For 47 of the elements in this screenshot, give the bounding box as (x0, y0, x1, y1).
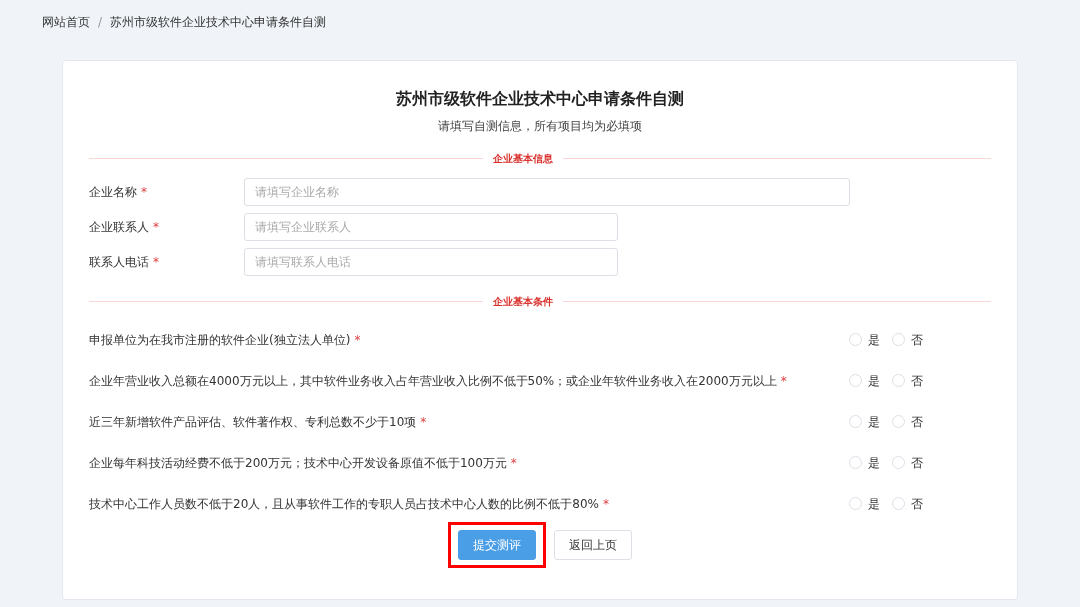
field-label: 企业名称 (89, 184, 137, 201)
question-text: 企业年营业收入总额在4000万元以上，其中软件业务收入占年营业收入比例不低于50%；或企业年软件业务收入在2000万元以上 (89, 372, 777, 390)
required-mark: * (420, 413, 427, 431)
radio-button[interactable] (892, 415, 905, 428)
radio-button[interactable] (849, 415, 862, 428)
radio-label: 是 (868, 454, 880, 472)
required-mark: * (153, 219, 159, 236)
question-text: 企业每年科技活动经费不低于200万元；技术中心开发设备原值不低于100万元 (89, 454, 507, 472)
radio-label: 否 (911, 495, 923, 513)
radio-label: 是 (868, 495, 880, 513)
text-input[interactable]: 请填写企业联系人 (244, 213, 618, 241)
required-mark: * (354, 331, 361, 349)
radio-button[interactable] (892, 333, 905, 346)
text-input[interactable]: 请填写企业名称 (244, 178, 850, 206)
required-mark: * (780, 372, 787, 390)
form-subtitle: 请填写自测信息，所有项目均为必填项 (438, 118, 642, 135)
form-title: 苏州市级软件企业技术中心申请条件自测 (396, 88, 684, 110)
question-text: 近三年新增软件产品评估、软件著作权、专利总数不少于10项 (89, 413, 417, 431)
radio-button[interactable] (849, 333, 862, 346)
question-text: 技术中心工作人员数不低于20人，且从事软件工作的专职人员占技术中心人数的比例不低于80% (89, 495, 599, 513)
section-heading: 企业基本信息 (492, 152, 554, 166)
breadcrumb-link[interactable]: 网站首页 (42, 13, 90, 31)
section-heading: 企业基本条件 (492, 295, 554, 309)
field-label: 联系人电话 (89, 254, 149, 271)
required-mark: * (153, 254, 159, 271)
radio-button[interactable] (892, 456, 905, 469)
radio-label: 否 (911, 331, 923, 349)
radio-label: 否 (911, 372, 923, 390)
question-text: 申报单位为在我市注册的软件企业(独立法人单位) (89, 331, 351, 349)
required-mark: * (510, 454, 517, 472)
breadcrumb-current: 苏州市级软件企业技术中心申请条件自测 (110, 14, 327, 31)
back-button[interactable]: 返回上页 (554, 530, 632, 560)
radio-label: 否 (911, 454, 923, 472)
radio-button[interactable] (849, 374, 862, 387)
required-mark: * (602, 495, 609, 513)
radio-label: 是 (868, 331, 880, 349)
required-mark: * (141, 184, 147, 201)
field-label: 企业联系人 (89, 219, 149, 236)
text-input[interactable]: 请填写联系人电话 (244, 248, 618, 276)
radio-button[interactable] (892, 374, 905, 387)
breadcrumb-separator: / (98, 14, 103, 31)
radio-button[interactable] (849, 497, 862, 510)
radio-label: 是 (868, 372, 880, 390)
radio-label: 是 (868, 413, 880, 431)
radio-button[interactable] (892, 497, 905, 510)
radio-button[interactable] (849, 456, 862, 469)
radio-label: 否 (911, 413, 923, 431)
